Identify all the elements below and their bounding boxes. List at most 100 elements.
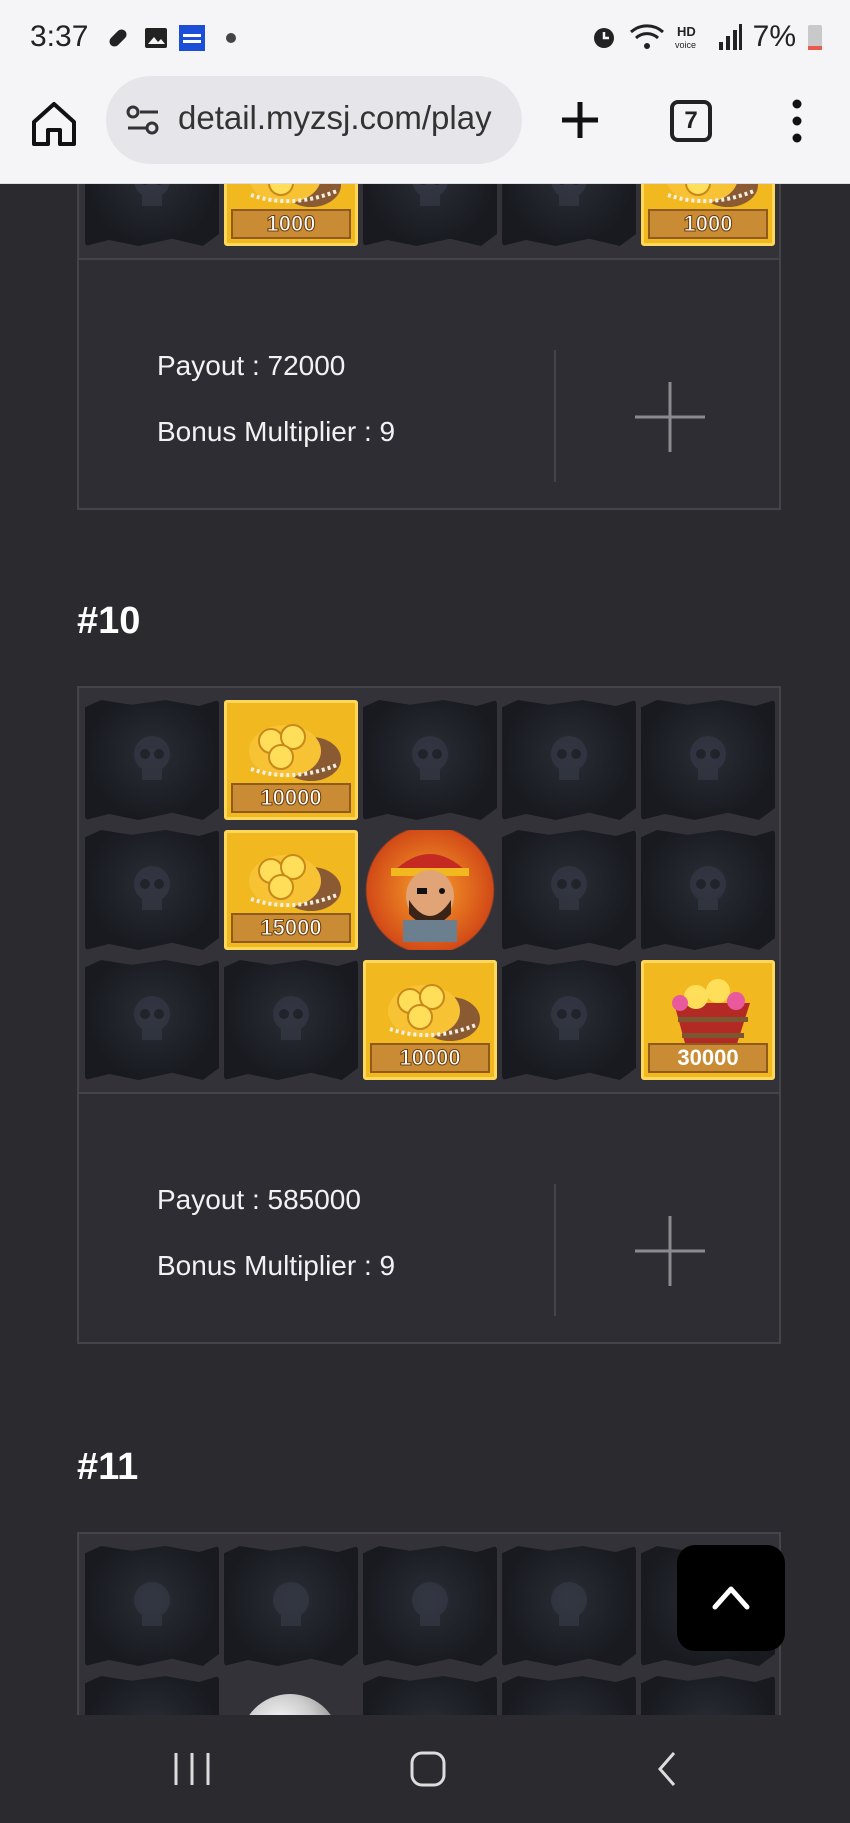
gold-coin-symbol: 1000 xyxy=(224,184,358,246)
browser-toolbar: detail.myzsj.com/play 7 xyxy=(0,76,850,184)
dot-icon xyxy=(226,33,236,43)
hd-voice-icon: HDvoice xyxy=(675,24,696,50)
expand-plus-icon[interactable] xyxy=(635,382,705,452)
symbol-value: 1000 xyxy=(231,209,351,239)
silver-compass-symbol xyxy=(224,1676,358,1715)
skull-icon xyxy=(551,996,587,1040)
gold-coin-symbol: 15000 xyxy=(224,830,358,950)
symbol-grid xyxy=(79,1534,779,1715)
url-text: detail.myzsj.com/play xyxy=(178,99,492,136)
gold-coin-symbol: 10000 xyxy=(224,700,358,820)
symbol-grid: 1000 1000 xyxy=(79,184,779,260)
flag-symbol xyxy=(502,1546,636,1666)
scroll-to-top-button[interactable] xyxy=(677,1545,785,1651)
svg-text:voice: voice xyxy=(675,40,696,50)
gold-coins-icon xyxy=(388,984,480,1041)
divider xyxy=(554,350,556,482)
symbol-value: 30000 xyxy=(648,1043,768,1073)
signal-icon xyxy=(718,24,742,50)
expand-plus-icon[interactable] xyxy=(635,1216,705,1286)
bank-app-icon xyxy=(179,25,205,51)
skull-icon xyxy=(134,184,170,206)
flag-symbol xyxy=(363,1676,497,1715)
tab-switcher-button[interactable]: 7 xyxy=(670,100,712,142)
battery-percent: 7% xyxy=(752,20,796,53)
flag-symbol xyxy=(502,700,636,820)
site-settings-icon[interactable] xyxy=(124,102,162,138)
symbol-value: 1000 xyxy=(648,209,768,239)
status-bar: 3:37 HD voice 7% xyxy=(0,0,850,76)
skull-icon xyxy=(551,1582,587,1626)
svg-text:HD: HD xyxy=(677,24,696,39)
flag-symbol xyxy=(85,700,219,820)
round-title: #11 xyxy=(77,1446,139,1488)
skull-icon xyxy=(412,736,448,780)
system-nav-bar xyxy=(0,1715,850,1823)
payout-text: Payout : 585000 xyxy=(157,1184,361,1215)
flag-symbol xyxy=(502,830,636,950)
battery-icon xyxy=(808,25,822,50)
results-content: 1000 1000 Payout : 72000 Bonus Multiplier… xyxy=(0,184,850,1715)
skull-icon xyxy=(412,184,448,206)
skull-icon xyxy=(412,1582,448,1626)
status-right: HD voice 7% xyxy=(589,20,824,54)
symbol-value: 15000 xyxy=(231,913,351,943)
flag-symbol xyxy=(502,960,636,1080)
flag-symbol xyxy=(641,1676,775,1715)
gold-coins-icon xyxy=(250,184,341,207)
skull-icon xyxy=(134,1582,170,1626)
wifi-icon xyxy=(629,24,664,49)
gold-coin-symbol: 10000 xyxy=(363,960,497,1080)
back-nav-icon[interactable] xyxy=(652,1749,682,1789)
treasure-barrel-icon xyxy=(672,979,750,1047)
skull-icon xyxy=(551,736,587,780)
flag-symbol xyxy=(85,184,219,246)
skull-icon xyxy=(273,996,309,1040)
pirate-captain-symbol xyxy=(363,830,497,950)
round-info: Payout : 585000 Bonus Multiplier : 9 xyxy=(79,1094,779,1342)
round-title: #10 xyxy=(77,600,141,642)
more-menu-icon[interactable] xyxy=(782,98,812,144)
new-tab-icon[interactable] xyxy=(558,98,602,142)
treasure-barrel-symbol: 30000 xyxy=(641,960,775,1080)
flag-symbol xyxy=(363,700,497,820)
symbol-grid: 10000 15000 10000 30000 xyxy=(79,688,779,1094)
symbol-value: 10000 xyxy=(370,1043,490,1073)
round-card-10: 10000 15000 10000 30000 Payout : 585000 Bon… xyxy=(77,686,781,1344)
flag-symbol xyxy=(502,1676,636,1715)
compass-icon xyxy=(240,1694,340,1715)
gold-coin-symbol: 1000 xyxy=(641,184,775,246)
flag-symbol xyxy=(641,700,775,820)
chevron-up-icon xyxy=(712,1586,750,1610)
recent-apps-icon[interactable] xyxy=(170,1749,214,1789)
flag-symbol xyxy=(85,960,219,1080)
symbol-value: 10000 xyxy=(231,783,351,813)
skull-icon xyxy=(134,736,170,780)
flag-symbol xyxy=(363,184,497,246)
flag-symbol xyxy=(85,1676,219,1715)
home-nav-icon[interactable] xyxy=(408,1749,448,1789)
home-icon[interactable] xyxy=(28,98,80,150)
skull-icon xyxy=(134,866,170,910)
gold-coins-icon xyxy=(249,724,341,781)
skull-icon xyxy=(551,866,587,910)
gold-coins-icon xyxy=(667,184,758,207)
flag-symbol xyxy=(224,1546,358,1666)
pirate-captain-icon xyxy=(391,854,469,942)
flag-symbol xyxy=(502,184,636,246)
round-card-9: 1000 1000 Payout : 72000 Bonus Multiplier… xyxy=(77,184,781,510)
pill-icon xyxy=(109,29,127,47)
flag-symbol xyxy=(641,830,775,950)
skull-icon xyxy=(134,996,170,1040)
flag-symbol xyxy=(85,830,219,950)
round-card-11 xyxy=(77,1532,781,1715)
address-bar[interactable]: detail.myzsj.com/play xyxy=(106,76,522,164)
alarm-icon xyxy=(593,28,614,48)
skull-icon xyxy=(551,184,587,206)
flag-symbol xyxy=(85,1546,219,1666)
skull-icon xyxy=(690,736,726,780)
round-info: Payout : 72000 Bonus Multiplier : 9 xyxy=(79,260,779,508)
skull-icon xyxy=(690,866,726,910)
bonus-multiplier-text: Bonus Multiplier : 9 xyxy=(157,1250,396,1281)
status-time: 3:37 xyxy=(30,20,89,53)
